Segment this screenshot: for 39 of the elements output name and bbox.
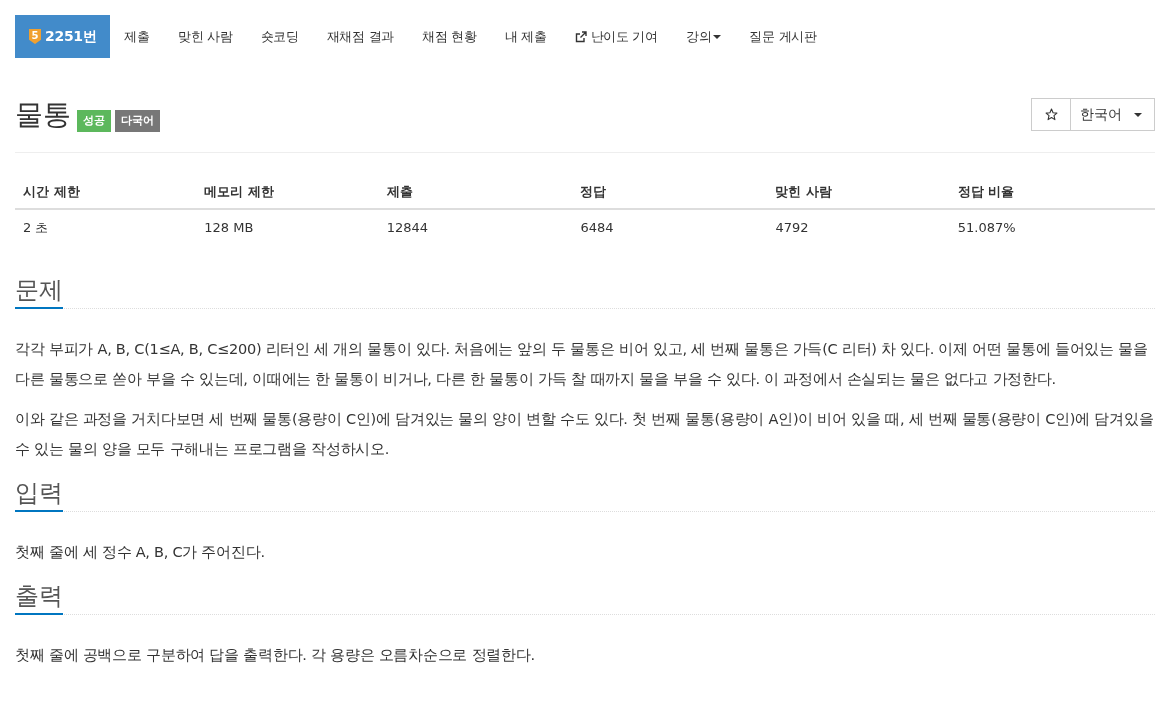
nav-tab[interactable]: 제출 (110, 15, 164, 58)
caret-icon (713, 34, 722, 39)
section-heading: 출력 (15, 582, 63, 615)
table-cell: 4792 (767, 209, 950, 246)
problem-text: 각각 부피가 A, B, C(1≤A, B, C≤200) 리터인 세 개의 물통이 있다. 처음에는 앞의 두 물통은 비어 있고, 세 번째 물통은 가득(C 리터) 차 있다. 이제 어떤 물통에 들어있는 물을 다른 물통으로 쏟아 부을 수 있는데, 이때에는 한 물통이 비거나, 다른 한 물통이 가득 찰 때까지 물을 부을 수 있다. 이 과정에서 손실되는 물은 없다고 가정한다. (15, 340, 1149, 389)
problem-text: 첫째 줄에 세 정수 A, B, C가 주어진다. (15, 543, 266, 562)
section-heading: 문제 (15, 276, 63, 309)
table-cell: 2 초 (15, 209, 197, 246)
column-header: 제출 (378, 173, 573, 209)
tier-shield-icon: 5 (29, 29, 41, 44)
language-select[interactable]: 한국어 (1070, 98, 1155, 131)
favorite-button[interactable] (1031, 98, 1070, 131)
problem-text: 첫째 줄에 공백으로 구분하여 답을 출력한다. 각 용량은 오름차순으로 정렬한다. (15, 646, 536, 665)
table-cell: 6484 (572, 209, 768, 246)
column-header: 정답 비율 (949, 173, 1155, 209)
nav-tab[interactable]: 숏코딩 (246, 15, 313, 58)
status-badge: 다국어 (115, 110, 160, 132)
nav-tab[interactable]: 맞힌 사람 (163, 15, 247, 58)
problem-text: 이와 같은 과정을 거치다보면 세 번째 물통(용량이 C인)에 담겨있는 물의 양이 변할 수도 있다. 첫 번째 물통(용량이 A인)이 비어 있을 때, 세 번째 물통(용량이 C인)에 담겨있을 수 있는 물의 양을 모두 구해내는 프로그램을 작성하시오. (15, 410, 1155, 459)
nav-tab[interactable]: 질문 게시판 (735, 15, 831, 58)
table-cell: 51.087% (949, 209, 1155, 246)
status-badge: 성공 (77, 110, 111, 132)
column-header: 맞힌 사람 (767, 173, 950, 209)
external-link-icon (574, 30, 587, 43)
table-cell: 128 MB (196, 209, 379, 246)
column-header: 정답 (572, 173, 768, 209)
problem-title: 물통 (15, 98, 71, 132)
star-icon (1044, 108, 1058, 121)
column-header: 시간 제한 (15, 173, 197, 209)
caret-icon (1134, 112, 1142, 117)
nav-tab[interactable]: 강의 (671, 15, 736, 58)
table-cell: 12844 (378, 209, 573, 246)
nav-tab[interactable]: 난이도 기여 (560, 15, 672, 58)
nav-tab[interactable]: 재채점 결과 (312, 15, 408, 58)
section-heading: 입력 (15, 479, 63, 512)
column-header: 메모리 제한 (196, 173, 379, 209)
nav-tab[interactable]: 채점 현황 (407, 15, 491, 58)
nav-tab[interactable]: 5 2251번 (15, 15, 111, 58)
nav-tab[interactable]: 내 제출 (490, 15, 561, 58)
